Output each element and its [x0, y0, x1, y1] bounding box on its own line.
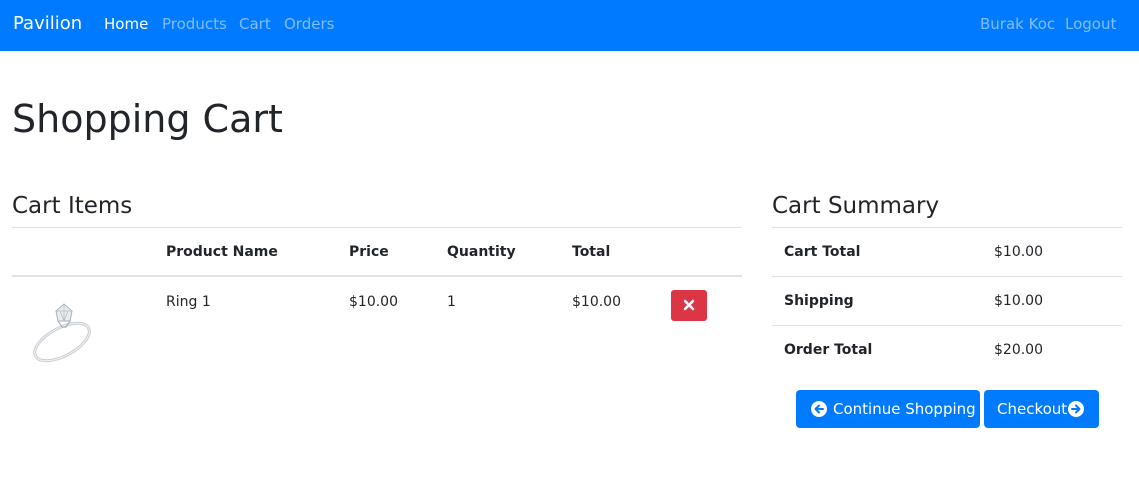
- nav-logout[interactable]: Logout: [1065, 15, 1116, 33]
- nav-user[interactable]: Burak Koc: [980, 15, 1055, 33]
- header-quantity: Quantity: [447, 244, 516, 260]
- arrow-circle-left-icon: [811, 401, 827, 417]
- summary-title-divider: [772, 227, 1122, 228]
- summary-value-shipping: $10.00: [994, 293, 1043, 309]
- checkout-label: Checkout: [997, 400, 1068, 418]
- header-total: Total: [572, 244, 611, 260]
- nav-cart[interactable]: Cart: [239, 15, 271, 33]
- cart-title-divider: [12, 227, 742, 228]
- arrow-circle-right-icon: [1068, 401, 1084, 417]
- continue-shopping-button[interactable]: Continue Shopping: [796, 390, 980, 428]
- cell-quantity: 1: [447, 294, 456, 310]
- checkout-button[interactable]: Checkout: [984, 390, 1099, 428]
- summary-label-order-total: Order Total: [784, 342, 873, 358]
- header-product-name: Product Name: [166, 244, 278, 260]
- cart-items-title: Cart Items: [12, 193, 133, 219]
- navbar: Pavilion Home Products Cart Orders Burak…: [0, 0, 1139, 51]
- continue-shopping-label: Continue Shopping: [833, 400, 976, 418]
- page-title: Shopping Cart: [12, 97, 283, 141]
- close-icon: [683, 299, 695, 311]
- summary-value-cart-total: $10.00: [994, 244, 1043, 260]
- cell-price: $10.00: [349, 294, 398, 310]
- summary-value-order-total: $20.00: [994, 342, 1043, 358]
- nav-home[interactable]: Home: [104, 15, 148, 33]
- summary-label-cart-total: Cart Total: [784, 244, 861, 260]
- brand-logo[interactable]: Pavilion: [13, 13, 82, 34]
- summary-divider: [772, 325, 1122, 326]
- cell-total: $10.00: [572, 294, 621, 310]
- header-price: Price: [349, 244, 389, 260]
- ring-image: [33, 303, 91, 363]
- nav-products[interactable]: Products: [162, 15, 227, 33]
- summary-divider: [772, 276, 1122, 277]
- cart-summary-title: Cart Summary: [772, 193, 940, 219]
- nav-orders[interactable]: Orders: [284, 15, 334, 33]
- summary-label-shipping: Shipping: [784, 293, 854, 309]
- cell-product-name: Ring 1: [166, 294, 211, 310]
- remove-item-button[interactable]: [671, 290, 707, 321]
- table-header-divider: [12, 275, 742, 277]
